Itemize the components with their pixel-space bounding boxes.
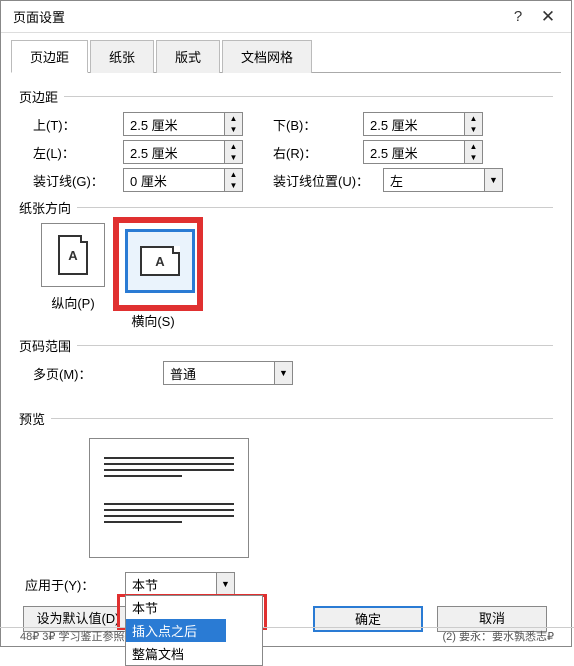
gutter-pos-label: 装订线位置(U)： [273, 171, 383, 190]
left-label: 左(L)： [33, 143, 123, 162]
tab-grid[interactable]: 文档网格 [222, 40, 312, 73]
gutter-pos-value[interactable] [384, 169, 484, 191]
close-button[interactable]: ✕ [533, 2, 563, 32]
up-icon[interactable]: ▲ [225, 169, 242, 180]
apply-option[interactable]: 整篇文档 [126, 642, 262, 665]
gutter-label: 装订线(G)： [33, 171, 123, 190]
right-label: 右(R)： [273, 143, 363, 162]
bottom-input[interactable] [364, 113, 464, 135]
multi-value[interactable] [164, 362, 274, 384]
page-ear-icon [172, 246, 180, 254]
tabs: 页边距 纸张 版式 文档网格 [11, 39, 561, 73]
gutter-spinner[interactable]: ▲▼ [123, 168, 243, 192]
page-glyph: A [155, 254, 164, 269]
down-icon[interactable]: ▼ [465, 124, 482, 135]
divider [64, 96, 553, 97]
portrait-label: 纵向(P) [33, 293, 113, 312]
orientation-landscape[interactable]: A 横向(S) [113, 223, 193, 330]
bottom-label: 下(B)： [273, 115, 363, 134]
page-setup-dialog: 页面设置 ? ✕ 页边距 纸张 版式 文档网格 页边距 上(T)： ▲▼ 下(B… [0, 0, 572, 647]
bg-text-right: (2) 要永：要水孰悉志₽ [443, 628, 555, 647]
chevron-down-icon[interactable]: ▼ [216, 573, 234, 595]
section-margins-label: 页边距 [19, 87, 58, 106]
top-label: 上(T)： [33, 115, 123, 134]
down-icon[interactable]: ▼ [465, 152, 482, 163]
down-icon[interactable]: ▼ [225, 124, 242, 135]
up-icon[interactable]: ▲ [465, 141, 482, 152]
apply-value[interactable] [126, 573, 216, 595]
apply-label: 应用于(Y)： [25, 575, 125, 594]
chevron-down-icon[interactable]: ▼ [274, 362, 292, 384]
apply-option-selected[interactable]: 插入点之后 [126, 619, 226, 642]
dialog-title: 页面设置 [9, 7, 503, 26]
section-orientation-label: 纸张方向 [19, 198, 71, 217]
page-glyph: A [68, 248, 77, 263]
divider [77, 207, 553, 208]
apply-select[interactable]: ▼ 本节 插入点之后 整篇文档 [125, 572, 235, 596]
top-spinner[interactable]: ▲▼ [123, 112, 243, 136]
highlight-box: A [113, 217, 203, 311]
page-ear-icon [80, 235, 88, 243]
help-button[interactable]: ? [503, 2, 533, 32]
background-document: 48₽ 3₽ 学习鉴正参照₽ (2) 要永：要水孰悉志₽ [0, 627, 574, 647]
landscape-label: 横向(S) [113, 311, 193, 330]
tab-paper[interactable]: 纸张 [90, 40, 154, 73]
section-preview-label: 预览 [19, 409, 45, 428]
section-pages: 页码范围 [19, 336, 553, 355]
bottom-spinner[interactable]: ▲▼ [363, 112, 483, 136]
right-spinner[interactable]: ▲▼ [363, 140, 483, 164]
dialog-body: 页边距 上(T)： ▲▼ 下(B)： ▲▼ 左(L)： ▲▼ 右(R)： [1, 73, 571, 640]
gutter-pos-select[interactable]: ▼ [383, 168, 503, 192]
divider [77, 345, 553, 346]
multi-label: 多页(M)： [33, 364, 163, 383]
left-input[interactable] [124, 141, 224, 163]
tab-margins[interactable]: 页边距 [11, 40, 88, 73]
tab-layout[interactable]: 版式 [156, 40, 220, 73]
section-pages-label: 页码范围 [19, 336, 71, 355]
left-spinner[interactable]: ▲▼ [123, 140, 243, 164]
down-icon[interactable]: ▼ [225, 180, 242, 191]
divider [51, 418, 553, 419]
up-icon[interactable]: ▲ [225, 141, 242, 152]
orientation-portrait[interactable]: A 纵向(P) [33, 223, 113, 330]
titlebar: 页面设置 ? ✕ [1, 1, 571, 33]
up-icon[interactable]: ▲ [225, 113, 242, 124]
bg-text-left: 48₽ 3₽ 学习鉴正参照₽ [20, 628, 131, 647]
multi-select[interactable]: ▼ [163, 361, 293, 385]
up-icon[interactable]: ▲ [465, 113, 482, 124]
apply-option[interactable]: 本节 [126, 596, 262, 619]
top-input[interactable] [124, 113, 224, 135]
section-preview: 预览 [19, 409, 553, 428]
down-icon[interactable]: ▼ [225, 152, 242, 163]
section-orientation: 纸张方向 [19, 198, 553, 217]
chevron-down-icon[interactable]: ▼ [484, 169, 502, 191]
right-input[interactable] [364, 141, 464, 163]
section-margins: 页边距 [19, 87, 553, 106]
preview-box [89, 438, 249, 558]
gutter-input[interactable] [124, 169, 224, 191]
apply-options-popup: 本节 插入点之后 整篇文档 [125, 595, 263, 666]
